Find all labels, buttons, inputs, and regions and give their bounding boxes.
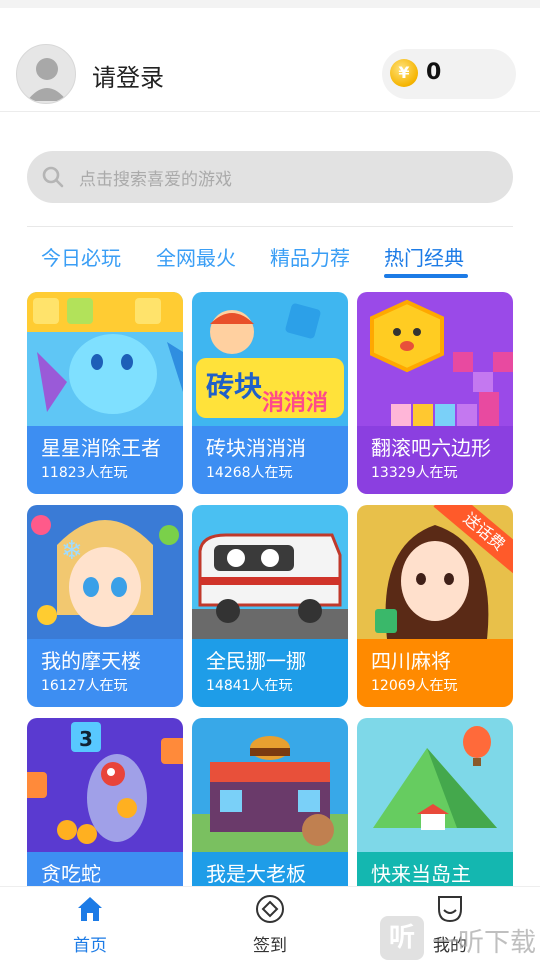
game-thumbnail [27, 292, 183, 426]
svg-text:3: 3 [79, 727, 93, 751]
game-info: 四川麻将 12069人在玩 [357, 639, 513, 707]
nav-label: 签到 [253, 936, 287, 956]
watermark: 听 一听下载 [380, 916, 540, 960]
game-card[interactable]: 星星消除王者 11823人在玩 [27, 292, 183, 494]
game-thumbnail: 3 [27, 718, 183, 852]
coin-balance[interactable]: ¥ 0 [382, 49, 516, 99]
player-count: 16127人在玩 [41, 678, 128, 694]
coin-count: 0 [426, 60, 442, 85]
tab-featured[interactable]: 精品力荐 [270, 242, 350, 271]
nav-home[interactable]: 首页 [30, 893, 150, 957]
game-name: 快来当岛主 [371, 862, 471, 886]
search-icon [42, 166, 64, 188]
game-name: 四川麻将 [371, 649, 451, 673]
status-strip [0, 0, 540, 8]
player-count: 12069人在玩 [371, 678, 458, 694]
avatar[interactable] [16, 44, 76, 104]
tab-hottest[interactable]: 全网最火 [156, 242, 236, 271]
nav-label: 首页 [73, 936, 107, 956]
login-label[interactable]: 请登录 [92, 58, 164, 93]
game-name: 贪吃蛇 [41, 862, 101, 886]
watermark-text: 一听下载 [432, 928, 537, 958]
game-name: 砖块消消消 [206, 436, 306, 460]
user-header: 请登录 ¥ 0 [0, 40, 540, 110]
game-info: 我的摩天楼 16127人在玩 [27, 639, 183, 707]
game-thumbnail [357, 292, 513, 426]
watermark-logo: 听 [380, 916, 424, 960]
nav-checkin[interactable]: 签到 [210, 893, 330, 957]
game-card[interactable]: 翻滚吧六边形 13329人在玩 [357, 292, 513, 494]
game-card[interactable]: 送话费 四川麻将 12069人在玩 [357, 505, 513, 707]
active-tab-indicator [384, 274, 468, 278]
game-thumbnail: ❄ [27, 505, 183, 639]
search-input[interactable]: 点击搜索喜爱的游戏 [27, 151, 513, 203]
coin-icon: ¥ [390, 59, 418, 87]
game-info: 星星消除王者 11823人在玩 [27, 426, 183, 494]
game-name: 全民挪一挪 [206, 649, 306, 673]
game-thumbnail [357, 718, 513, 852]
divider [27, 226, 513, 227]
svg-text:❄: ❄ [61, 536, 83, 566]
game-info: 翻滚吧六边形 13329人在玩 [357, 426, 513, 494]
svg-text:砖块: 砖块 [206, 370, 262, 403]
divider [0, 111, 540, 112]
tab-today[interactable]: 今日必玩 [41, 242, 121, 271]
tab-classic[interactable]: 热门经典 [384, 242, 464, 271]
default-user-icon [27, 58, 67, 101]
game-card[interactable]: 砖块 消消消 砖块消消消 14268人在玩 [192, 292, 348, 494]
game-info: 砖块消消消 14268人在玩 [192, 426, 348, 494]
home-icon [78, 897, 102, 921]
player-count: 14841人在玩 [206, 678, 293, 694]
game-name: 我的摩天楼 [41, 649, 141, 673]
game-thumbnail: 砖块 消消消 [192, 292, 348, 426]
game-card[interactable]: ❄ 我的摩天楼 16127人在玩 [27, 505, 183, 707]
game-thumbnail [192, 718, 348, 852]
svg-text:消消消: 消消消 [262, 391, 328, 416]
game-name: 我是大老板 [206, 862, 306, 886]
search-placeholder: 点击搜索喜爱的游戏 [79, 170, 232, 190]
game-name: 翻滚吧六边形 [371, 436, 491, 460]
game-thumbnail: 送话费 [357, 505, 513, 639]
game-info: 全民挪一挪 14841人在玩 [192, 639, 348, 707]
category-tabs: 今日必玩 全网最火 精品力荐 热门经典 [27, 242, 513, 282]
game-name: 星星消除王者 [41, 436, 161, 460]
player-count: 11823人在玩 [41, 465, 128, 481]
game-card[interactable]: 全民挪一挪 14841人在玩 [192, 505, 348, 707]
player-count: 13329人在玩 [371, 465, 458, 481]
player-count: 14268人在玩 [206, 465, 293, 481]
game-thumbnail [192, 505, 348, 639]
checkin-icon [256, 895, 284, 923]
